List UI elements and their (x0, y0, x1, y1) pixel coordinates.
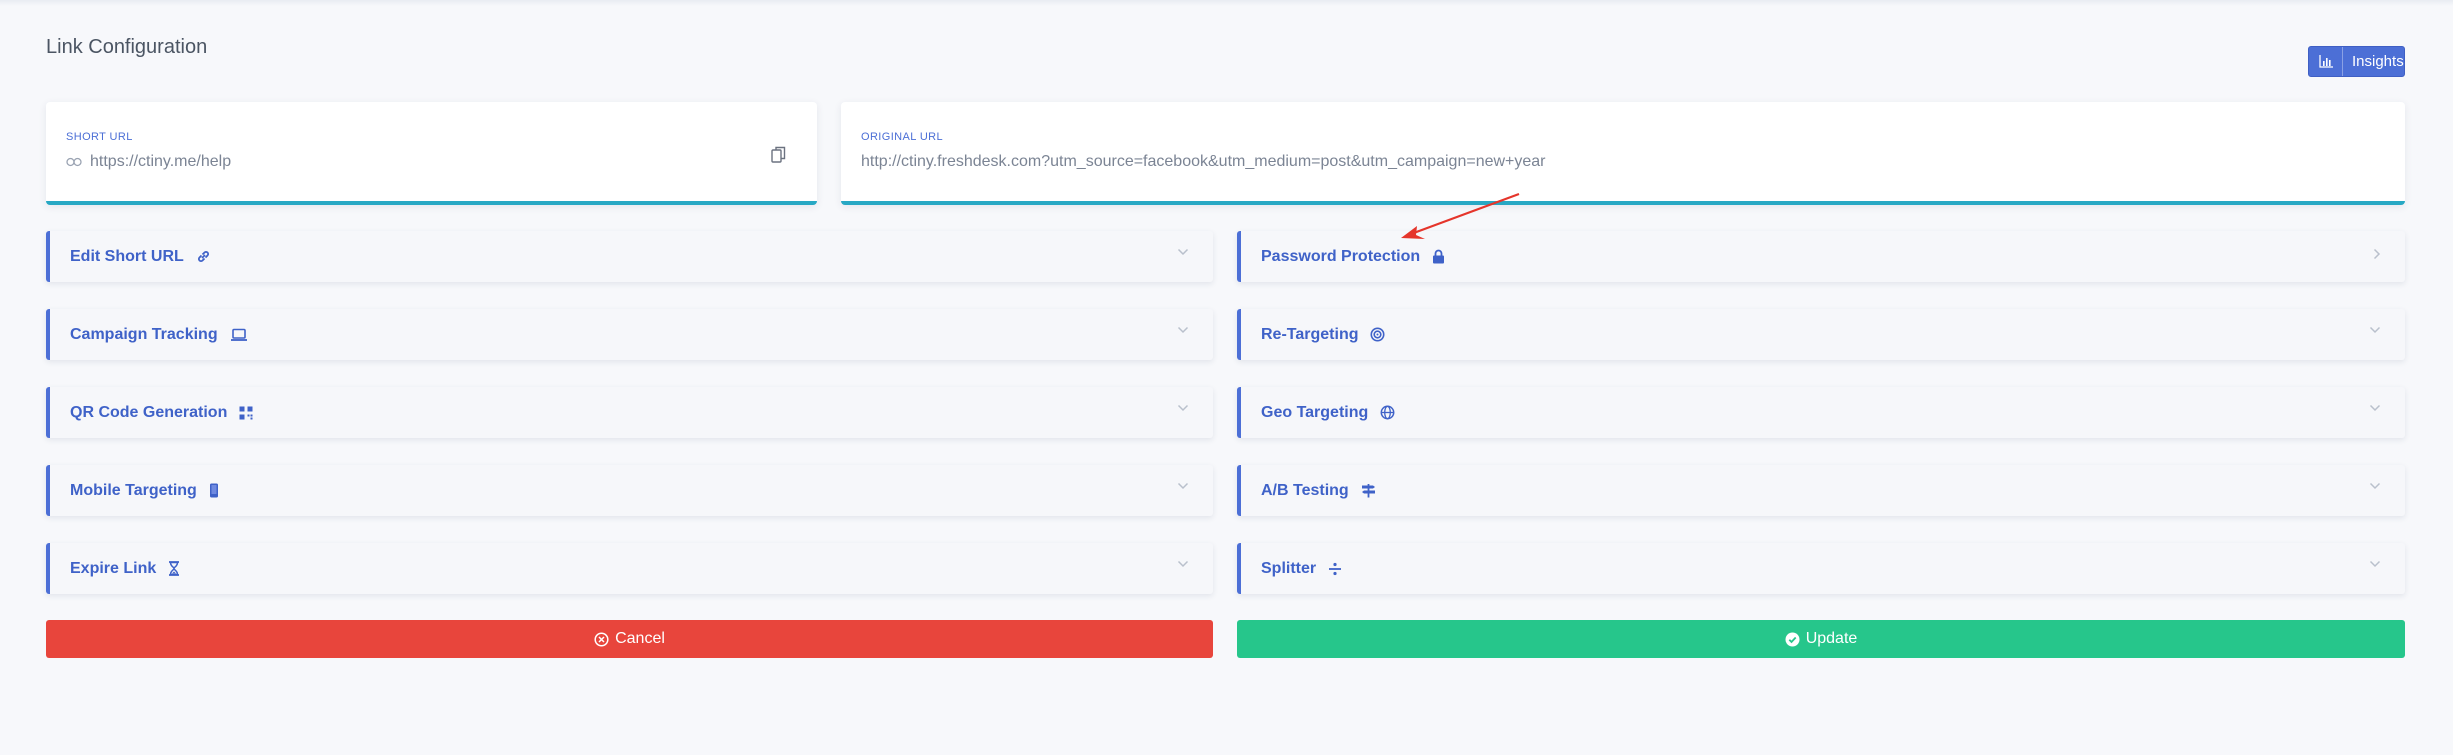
original-url-card: ORIGINAL URL http://ctiny.freshdesk.com?… (841, 102, 2405, 205)
top-shadow (0, 0, 2453, 6)
section-title: Geo Targeting (1261, 403, 1369, 421)
divide-icon (1328, 562, 1342, 576)
chevron-down-icon[interactable] (2369, 404, 2381, 412)
bar-chart-icon (2309, 47, 2343, 76)
chevron-down-icon[interactable] (2369, 326, 2381, 334)
copy-icon[interactable] (766, 142, 790, 166)
chevron-down-icon[interactable] (2369, 482, 2381, 490)
section-title: Password Protection (1261, 247, 1421, 265)
section-re-targeting[interactable]: Re-Targeting (1237, 309, 2405, 360)
cancel-button[interactable]: Cancel (46, 620, 1213, 658)
hourglass-icon (168, 561, 180, 576)
section-ab-testing[interactable]: A/B Testing (1237, 465, 2405, 516)
chevron-right-icon[interactable] (2373, 248, 2381, 260)
chevron-down-icon[interactable] (1177, 482, 1189, 490)
globe-icon (1380, 405, 1395, 420)
section-title: Expire Link (70, 559, 157, 577)
section-expire-link[interactable]: Expire Link (46, 543, 1213, 594)
section-title: Campaign Tracking (70, 325, 218, 343)
chevron-down-icon[interactable] (1177, 560, 1189, 568)
section-title: Re-Targeting (1261, 325, 1359, 343)
qr-code-icon (239, 406, 253, 420)
section-geo-targeting[interactable]: Geo Targeting (1237, 387, 2405, 438)
insights-label: Insights (2352, 53, 2404, 70)
cancel-label: Cancel (615, 630, 665, 647)
short-url-text[interactable]: https://ctiny.me/help (90, 153, 231, 171)
short-url-label: SHORT URL (66, 131, 133, 143)
section-title: Mobile Targeting (70, 481, 197, 499)
section-title: Edit Short URL (70, 247, 184, 265)
link-icon (196, 249, 211, 264)
annotation-arrow (1401, 192, 1520, 239)
page-title: Link Configuration (46, 36, 208, 58)
section-qr-code-generation[interactable]: QR Code Generation (46, 387, 1213, 438)
check-circle-icon (1785, 632, 1800, 647)
lock-icon (1432, 249, 1445, 264)
short-url-value: https://ctiny.me/help (66, 153, 231, 171)
chevron-down-icon[interactable] (1177, 404, 1189, 412)
signpost-icon (1361, 483, 1376, 498)
original-url-label: ORIGINAL URL (861, 131, 944, 143)
close-circle-icon (594, 631, 609, 647)
update-button[interactable]: Update (1237, 620, 2405, 658)
chevron-down-icon[interactable] (1177, 248, 1189, 256)
section-edit-short-url[interactable]: Edit Short URL (46, 231, 1213, 282)
insights-button[interactable]: Insights (2308, 46, 2405, 77)
section-mobile-targeting[interactable]: Mobile Targeting (46, 465, 1213, 516)
original-url-value[interactable]: http://ctiny.freshdesk.com?utm_source=fa… (861, 153, 1546, 171)
mobile-icon (209, 483, 219, 498)
laptop-icon (230, 328, 248, 342)
section-title: Splitter (1261, 559, 1317, 577)
short-url-card: SHORT URL https://ctiny.me/help (46, 102, 817, 205)
link-icon (66, 157, 82, 167)
chevron-down-icon[interactable] (2369, 560, 2381, 568)
target-icon (1370, 327, 1385, 342)
section-campaign-tracking[interactable]: Campaign Tracking (46, 309, 1213, 360)
section-title: QR Code Generation (70, 403, 228, 421)
chevron-down-icon[interactable] (1177, 326, 1189, 334)
update-label: Update (1805, 630, 1858, 647)
section-title: A/B Testing (1261, 481, 1349, 499)
section-splitter[interactable]: Splitter (1237, 543, 2405, 594)
